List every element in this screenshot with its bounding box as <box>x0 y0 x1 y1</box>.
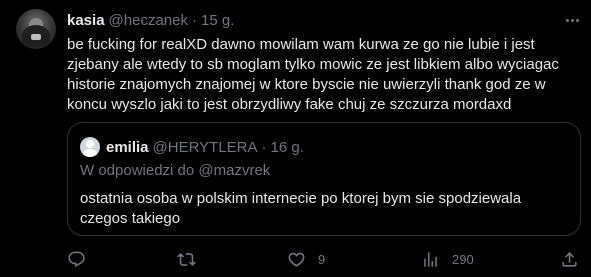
quoted-author-name: emilia <box>106 138 149 156</box>
like-button[interactable]: 9 <box>287 247 325 271</box>
quoted-tweet-header: emilia @HERYTLERA · 16 g. <box>80 137 304 157</box>
reply-button[interactable] <box>67 247 86 271</box>
share-icon <box>562 251 577 267</box>
views-icon <box>424 251 437 267</box>
quoted-time: 16 g. <box>270 138 304 156</box>
retweet-button[interactable] <box>177 247 196 271</box>
quoted-reply-to: W odpowiedzi do @mazvrek <box>80 162 271 179</box>
retweet-icon <box>177 252 196 266</box>
quoted-tweet[interactable]: emilia @HERYTLERA · 16 g. W odpowiedzi d… <box>67 122 581 236</box>
tweet[interactable]: kasia @heczanek · 15 g. be fucking for r… <box>0 0 591 277</box>
tweet-time[interactable]: 15 g. <box>201 12 234 29</box>
share-button[interactable] <box>560 247 579 271</box>
action-bar: 9 290 <box>0 247 591 271</box>
tweet-header: kasia @heczanek · 15 g. <box>67 11 234 29</box>
avatar[interactable] <box>16 9 56 49</box>
separator: · <box>192 11 197 29</box>
views-count: 290 <box>452 251 474 267</box>
avatar-mark <box>31 34 41 40</box>
author-name[interactable]: kasia <box>67 12 105 29</box>
like-count: 9 <box>318 251 326 267</box>
author-handle[interactable]: @heczanek <box>109 12 188 29</box>
heart-icon <box>288 252 305 267</box>
reply-icon <box>68 251 85 267</box>
tweet-text: be fucking for realXD dawno mowilam wam … <box>67 36 559 113</box>
quoted-avatar <box>80 137 100 157</box>
quoted-author-handle: @HERYTLERA <box>152 138 258 156</box>
more-options-icon[interactable] <box>563 11 581 29</box>
views-button[interactable]: 290 <box>421 247 474 271</box>
quoted-separator: · <box>261 138 267 156</box>
quoted-tweet-text: ostatnia osoba w polskim internecie po k… <box>80 190 522 227</box>
